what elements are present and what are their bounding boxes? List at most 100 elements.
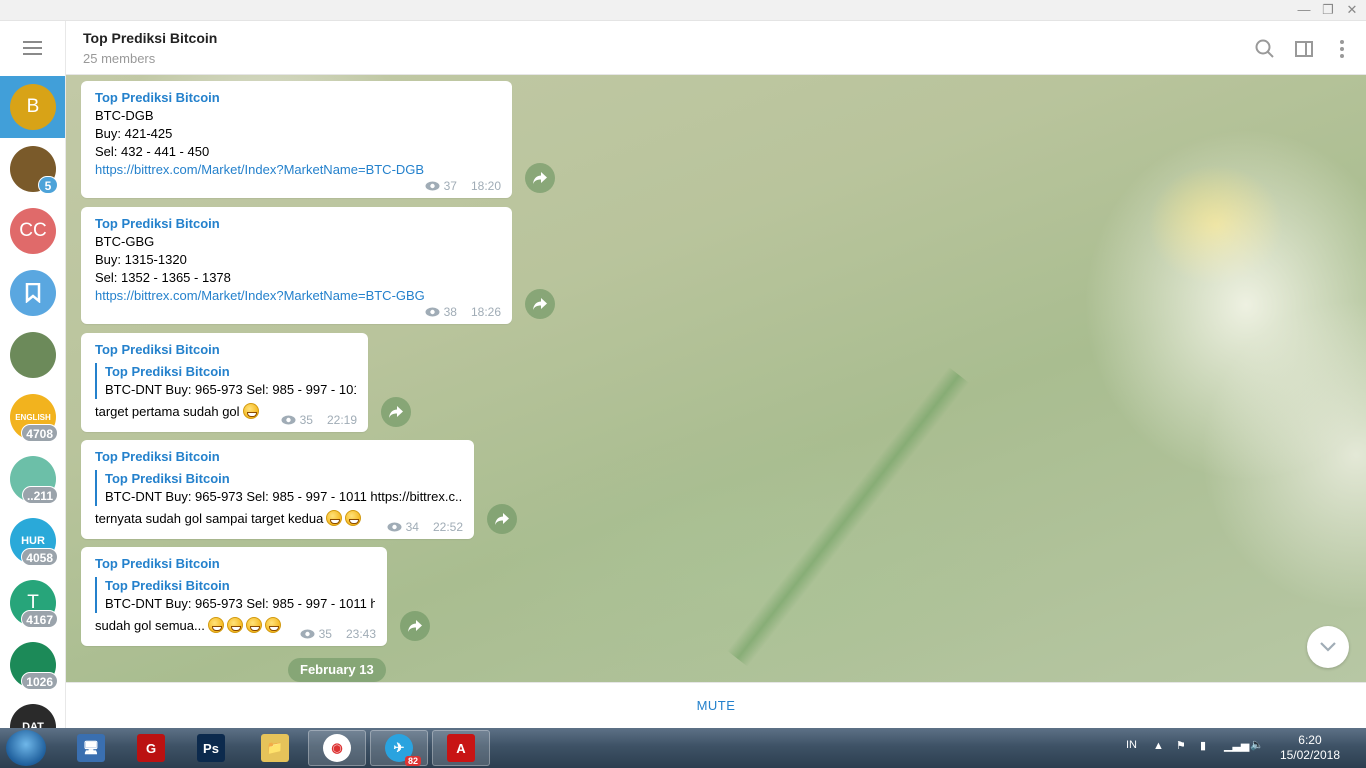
chevron-down-icon [1320, 642, 1336, 652]
flag-icon[interactable]: ⚑ [1176, 739, 1186, 752]
message-bubble[interactable]: Top Prediksi Bitcoin Top Prediksi Bitcoi… [81, 333, 368, 432]
wallpaper-flower-stem [727, 366, 970, 667]
message-bubble[interactable]: Top Prediksi Bitcoin BTC-DGB Buy: 421-42… [81, 81, 512, 198]
windows-taskbar: IN ▲ ⚑ ▮ ▁▃▅ 🔈 6:20 15/02/2018 🖥 G Ps 📁 ◉ ✈ 82… [0, 728, 1366, 768]
message-time: 22:52 [432, 520, 463, 534]
message-time: 22:19 [326, 413, 357, 427]
message-line: Buy: 1315-1320 [95, 252, 187, 267]
message-meta: 37 18:20 [425, 179, 501, 193]
power-icon[interactable]: ▮ [1200, 739, 1206, 752]
hamburger-menu-icon[interactable] [23, 41, 43, 55]
sidebar-chat-item[interactable]: ..211 [0, 448, 65, 510]
eye-icon [425, 181, 440, 191]
reply-quote[interactable]: Top Prediksi Bitcoin BTC-DNT Buy: 965-97… [95, 363, 356, 399]
taskbar-app-photoshop[interactable]: Ps [182, 730, 240, 766]
chat-avatar: B [10, 84, 56, 130]
taskbar-app-garena[interactable]: G [122, 730, 180, 766]
message-line: Buy: 421-425 [95, 126, 173, 141]
sidebar-toggle-icon[interactable] [1293, 38, 1315, 60]
sidebar-chat-item[interactable]: 1026 [0, 634, 65, 696]
view-count: 38 [443, 305, 457, 319]
start-button[interactable] [6, 730, 46, 766]
sidebar-chat-item[interactable] [0, 324, 65, 386]
chat-history[interactable]: Top Prediksi Bitcoin BTC-DGB Buy: 421-42… [66, 75, 1366, 682]
message-author[interactable]: Top Prediksi Bitcoin [95, 215, 500, 233]
adobe-reader-icon: A [447, 734, 475, 762]
message-bubble[interactable]: Top Prediksi Bitcoin Top Prediksi Bitcoi… [81, 440, 474, 539]
taskbar-app-computer[interactable]: 🖥 [62, 730, 120, 766]
share-arrow-icon [533, 298, 547, 310]
chat-footer: MUTE [66, 682, 1366, 728]
reply-text: BTC-DNT Buy: 965-973 Sel: 985 - 997 - 10… [105, 489, 462, 504]
chat-header: Top Prediksi Bitcoin 25 members [66, 21, 1366, 75]
sidebar-chat-item[interactable]: HUR 4058 [0, 510, 65, 572]
message-author[interactable]: Top Prediksi Bitcoin [95, 555, 375, 573]
sidebar-chat-item[interactable]: T 4167 [0, 572, 65, 634]
reply-quote[interactable]: Top Prediksi Bitcoin BTC-DNT Buy: 965-97… [95, 577, 375, 613]
message-link[interactable]: https://bittrex.com/Market/Index?MarketN… [95, 161, 500, 179]
eye-icon [281, 415, 296, 425]
grinning-emoji-icon [326, 510, 343, 526]
grinning-emoji-icon [264, 617, 281, 633]
mute-button[interactable]: MUTE [697, 698, 736, 713]
forward-button[interactable] [487, 504, 517, 534]
window-titlebar: — ❐ ✕ [0, 0, 1366, 21]
message-bubble[interactable]: Top Prediksi Bitcoin BTC-GBG Buy: 1315-1… [81, 207, 512, 324]
forward-button[interactable] [525, 163, 555, 193]
chat-avatar [10, 270, 56, 316]
language-indicator[interactable]: IN [1126, 739, 1137, 751]
taskbar-app-telegram[interactable]: ✈ 82 [370, 730, 428, 766]
sidebar-chat-item[interactable] [0, 262, 65, 324]
sidebar-chat-item[interactable]: 5 [0, 138, 65, 200]
maximize-button[interactable]: ❐ [1318, 2, 1338, 18]
sidebar-chat-item[interactable]: ENGLISH 4708 [0, 386, 65, 448]
members-count: 25 members [83, 51, 156, 66]
message-meta: 35 23:43 [300, 627, 376, 641]
volume-icon[interactable]: 🔈 [1250, 738, 1264, 751]
view-count: 34 [405, 520, 419, 534]
more-options-icon[interactable] [1331, 38, 1353, 60]
message-time: 18:26 [470, 305, 501, 319]
sidebar-chat-item[interactable]: DAT [0, 696, 65, 728]
message-text: ternyata sudah gol sampai target kedua [95, 511, 324, 526]
share-arrow-icon [389, 406, 403, 418]
sidebar-chat-item[interactable]: CC [0, 200, 65, 262]
forward-button[interactable] [400, 611, 430, 641]
avatar-initials: DAT [22, 721, 44, 728]
message-line: BTC-GBG [95, 234, 155, 249]
grinning-emoji-icon [345, 510, 362, 526]
chat-title[interactable]: Top Prediksi Bitcoin [83, 30, 217, 46]
message-line: Sel: 432 - 441 - 450 [95, 144, 210, 159]
forward-button[interactable] [525, 289, 555, 319]
message-link[interactable]: https://bittrex.com/Market/Index?MarketN… [95, 287, 500, 305]
eye-icon [387, 522, 402, 532]
tray-arrow-icon[interactable]: ▲ [1153, 740, 1164, 752]
avatar-initials: CC [19, 220, 47, 241]
share-arrow-icon [495, 513, 509, 525]
grinning-emoji-icon [245, 617, 262, 633]
message-author[interactable]: Top Prediksi Bitcoin [95, 448, 462, 466]
message-meta: 38 18:26 [425, 305, 501, 319]
taskbar-app-file-explorer[interactable]: 📁 [246, 730, 304, 766]
sidebar-chat-item[interactable]: B [0, 76, 65, 138]
telegram-icon: ✈ 82 [385, 734, 421, 766]
minimize-button[interactable]: — [1294, 2, 1314, 18]
system-clock[interactable]: 6:20 15/02/2018 [1280, 733, 1340, 763]
scroll-to-bottom-button[interactable] [1307, 626, 1349, 668]
unread-badge: 4708 [21, 424, 58, 442]
network-icon[interactable]: ▁▃▅ [1224, 739, 1249, 752]
share-arrow-icon [408, 620, 422, 632]
taskbar-app-adobe-reader[interactable]: A [432, 730, 490, 766]
search-icon[interactable] [1254, 38, 1276, 60]
message-author[interactable]: Top Prediksi Bitcoin [95, 89, 500, 107]
message-author[interactable]: Top Prediksi Bitcoin [95, 341, 356, 359]
avatar-initials: ENGLISH [15, 412, 51, 422]
forward-button[interactable] [381, 397, 411, 427]
reply-quote[interactable]: Top Prediksi Bitcoin BTC-DNT Buy: 965-97… [95, 470, 462, 506]
unread-badge: 1026 [21, 672, 58, 690]
unread-badge: 4058 [21, 548, 58, 566]
taskbar-app-chrome[interactable]: ◉ [308, 730, 366, 766]
message-bubble[interactable]: Top Prediksi Bitcoin Top Prediksi Bitcoi… [81, 547, 387, 646]
chat-avatar [10, 332, 56, 378]
close-button[interactable]: ✕ [1342, 2, 1362, 18]
